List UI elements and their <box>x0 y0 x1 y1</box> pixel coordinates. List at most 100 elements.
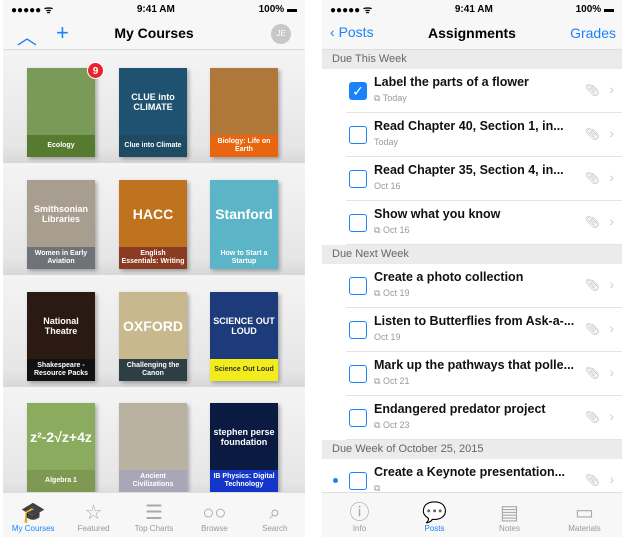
book-title: Algebra 1 <box>27 470 95 492</box>
paperclip-icon: 📎︎ <box>584 366 600 380</box>
course-book[interactable]: SCIENCE OUT LOUD Science Out Loud <box>210 292 278 381</box>
assignment-title: Listen to Butterflies from Ask-a-... <box>374 314 575 328</box>
chevron-right-icon: › <box>609 364 614 380</box>
completion-checkbox[interactable] <box>349 409 367 427</box>
course-book[interactable]: National Theatre Shakespeare - Resource P… <box>27 292 95 381</box>
book-title: Clue into Climate <box>119 135 187 157</box>
course-book[interactable]: Ecology <box>27 68 95 157</box>
assignment-due: Today <box>374 137 399 147</box>
paperclip-icon: 📎︎ <box>584 171 600 185</box>
chevron-right-icon: › <box>609 471 614 487</box>
course-book[interactable]: Smithsonian Libraries Women in Early Avia… <box>27 180 95 269</box>
signal-icon: ●●●●● ᯤ <box>11 5 54 16</box>
assignment-title: Read Chapter 35, Section 4, in... <box>374 163 564 177</box>
chevron-right-icon: › <box>609 320 614 336</box>
completion-checkbox[interactable] <box>349 126 367 144</box>
star-icon: ☆ <box>84 502 103 524</box>
book-cover-art: HACC <box>119 180 187 247</box>
tab-box[interactable]: ▭ Materials <box>547 493 622 537</box>
page-title: My Courses <box>114 25 194 41</box>
tab-list[interactable]: ☰ Top Charts <box>124 493 184 537</box>
course-book[interactable]: OXFORD Challenging the Canon <box>119 292 187 381</box>
course-book[interactable]: HACC English Essentials: Writing <box>119 180 187 269</box>
book-title: Women in Early Aviation <box>27 247 95 269</box>
paperclip-icon: 📎︎ <box>584 410 600 424</box>
book-cover-art: OXFORD <box>119 292 187 359</box>
book-cover-art <box>119 403 187 470</box>
course-book[interactable]: stephen perse foundation IB Physics: Digi… <box>210 403 278 492</box>
glasses-icon: ○○ <box>202 502 227 524</box>
tab-bar: 🎓 My Courses ☆ Featured ☰ Top Charts ○○ Browse ⌕… <box>3 492 305 537</box>
book-title: How to Start a Startup <box>210 247 278 269</box>
grades-button[interactable]: Grades <box>570 25 616 41</box>
clock: 9:41 AM <box>136 3 175 15</box>
tab-glasses[interactable]: ○○ Browse <box>184 493 244 537</box>
tab-label: Posts <box>424 524 445 533</box>
course-book[interactable]: CLUE into CLIMATE Clue into Climate <box>119 68 187 157</box>
status-bar: ●●●●● ᯤ 9:41 AM 100% ▬ <box>322 0 622 18</box>
completion-checkbox[interactable] <box>349 321 367 339</box>
magnifier-icon: ⌕ <box>269 502 281 524</box>
assignment-row[interactable]: Endangered predator project ⧉ Oct 23 📎︎ … <box>346 396 622 440</box>
completion-checkbox[interactable] <box>349 365 367 383</box>
tab-label: Search <box>262 524 288 533</box>
tab-speech-bubble[interactable]: 💬 Posts <box>397 493 472 537</box>
course-book[interactable]: Biology: Life on Earth <box>210 68 278 157</box>
course-book[interactable]: Ancient Civilizations <box>119 403 187 492</box>
tab-document[interactable]: ▤ Notes <box>472 493 547 537</box>
completion-checkbox[interactable] <box>349 472 367 490</box>
assignment-row[interactable]: Show what you know ⧉ Oct 16 📎︎ › <box>346 201 622 245</box>
assignment-list[interactable]: Due This Week ✓ Label the parts of a flow… <box>322 50 622 503</box>
document-icon: ▤ <box>500 502 519 524</box>
avatar[interactable]: JE <box>271 24 291 44</box>
section-header: Due Next Week <box>322 245 622 264</box>
assignment-row[interactable]: Mark up the pathways that polle... ⧉ Oct… <box>346 352 622 396</box>
status-bar: ●●●●● ᯤ 9:41 AM 100% ▬ <box>3 0 305 18</box>
chevron-right-icon: › <box>609 213 614 229</box>
book-title: IB Physics: Digital Technology <box>210 470 278 492</box>
assignment-row[interactable]: Read Chapter 40, Section 1, in... Today … <box>346 113 622 157</box>
tab-star[interactable]: ☆ Featured <box>63 493 123 537</box>
completion-checkbox[interactable] <box>349 214 367 232</box>
book-title: Ancient Civilizations <box>119 470 187 492</box>
course-book[interactable]: Stanford How to Start a Startup <box>210 180 278 269</box>
completion-checkbox[interactable]: ✓ <box>349 82 367 100</box>
handout-icon: ⧉ <box>374 376 383 386</box>
chevron-right-icon: › <box>609 81 614 97</box>
book-cover-art: Stanford <box>210 180 278 247</box>
assignment-title: Mark up the pathways that polle... <box>374 358 575 372</box>
tab-graduation-cap[interactable]: 🎓 My Courses <box>3 493 63 537</box>
assignment-title: Create a photo collection <box>374 270 524 284</box>
tab-info[interactable]: ⓘ Info <box>322 493 397 537</box>
book-title: Ecology <box>27 135 95 157</box>
paperclip-icon: 📎︎ <box>584 127 600 141</box>
signal-icon: ●●●●● ᯤ <box>330 5 373 16</box>
assignment-title: Endangered predator project <box>374 402 546 416</box>
book-title: English Essentials: Writing <box>119 247 187 269</box>
book-title: Challenging the Canon <box>119 359 187 381</box>
tab-label: Info <box>352 524 367 533</box>
assignment-row[interactable]: Listen to Butterflies from Ask-a-... Oct… <box>346 308 622 352</box>
graduation-cap-icon: 🎓 <box>20 502 46 524</box>
assignment-title: Show what you know <box>374 207 501 221</box>
paperclip-icon: 📎︎ <box>584 83 600 97</box>
tab-label: Top Charts <box>134 524 174 533</box>
unread-dot <box>333 478 338 483</box>
assignment-due: Oct 19 <box>374 332 401 342</box>
tab-label: Browse <box>201 524 228 533</box>
tab-magnifier[interactable]: ⌕ Search <box>245 493 305 537</box>
assignment-row[interactable]: ✓ Label the parts of a flower ⧉ Today 📎︎… <box>346 69 622 113</box>
book-title: Science Out Loud <box>210 359 278 381</box>
paperclip-icon: 📎︎ <box>584 322 600 336</box>
course-book[interactable]: z²-2√z+4z Algebra 1 <box>27 403 95 492</box>
assignment-row[interactable]: Read Chapter 35, Section 4, in... Oct 16… <box>346 157 622 201</box>
assignment-due: ⧉ Today <box>374 93 407 103</box>
paperclip-icon: 📎︎ <box>584 473 600 487</box>
completion-checkbox[interactable] <box>349 170 367 188</box>
completion-checkbox[interactable] <box>349 277 367 295</box>
nav-bar: ‹ Posts Assignments Grades <box>322 18 622 50</box>
tab-label: My Courses <box>11 524 55 533</box>
assignment-row[interactable]: Create a photo collection ⧉ Oct 19 📎︎ › <box>346 264 622 308</box>
info-icon: ⓘ <box>349 502 370 524</box>
chevron-right-icon: › <box>609 408 614 424</box>
